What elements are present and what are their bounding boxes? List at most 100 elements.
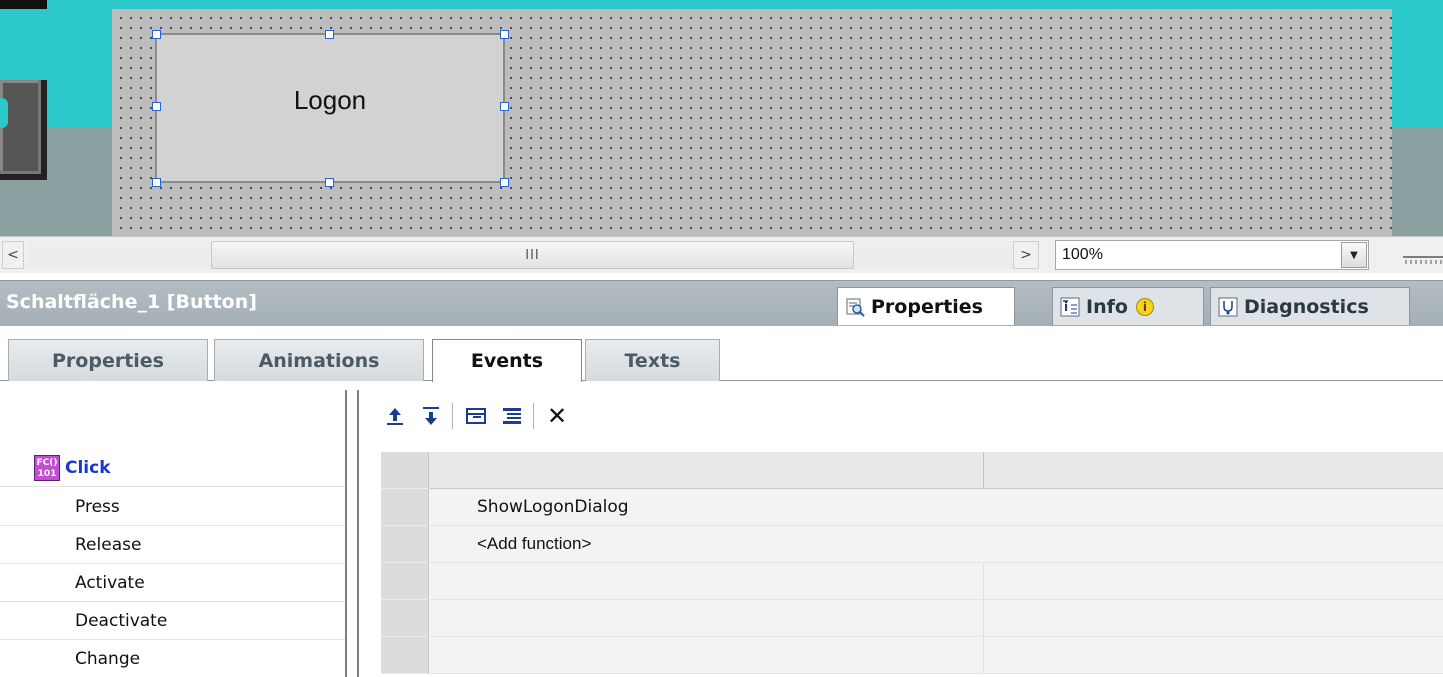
zoom-select[interactable]: 100% ▼ xyxy=(1055,240,1369,270)
row-header-cell[interactable] xyxy=(381,637,429,674)
tab-texts[interactable]: Texts xyxy=(585,339,720,381)
move-down-icon xyxy=(423,407,439,425)
tab-properties-main[interactable]: Properties xyxy=(837,287,1015,325)
function-param-cell[interactable] xyxy=(984,526,1443,563)
resize-handle[interactable] xyxy=(152,30,161,39)
scroll-right-button[interactable]: > xyxy=(1013,241,1039,269)
canvas-object[interactable] xyxy=(0,80,47,180)
move-down-button[interactable] xyxy=(416,401,446,431)
zoom-dropdown-button[interactable]: ▼ xyxy=(1341,242,1367,268)
function-name-cell[interactable] xyxy=(429,600,984,637)
function-name-cell[interactable]: ShowLogonDialog xyxy=(429,489,984,526)
chevron-left-icon: < xyxy=(7,247,19,263)
resize-handle[interactable] xyxy=(500,178,509,187)
tab-info-label: Info xyxy=(1086,295,1128,318)
table-row[interactable]: ShowLogonDialog xyxy=(381,489,1443,526)
event-item-press[interactable]: Press xyxy=(0,489,345,526)
function-name-cell[interactable] xyxy=(429,637,984,674)
row-header-cell xyxy=(381,452,429,489)
table-row[interactable]: <Add function> xyxy=(381,526,1443,563)
svg-text:i: i xyxy=(1064,300,1068,314)
tab-properties[interactable]: Properties xyxy=(8,339,208,381)
table-row[interactable] xyxy=(381,563,1443,600)
event-item-activate[interactable]: Activate xyxy=(0,565,345,602)
event-item-click[interactable]: FC() 101 Click xyxy=(0,450,345,487)
row-header-cell[interactable] xyxy=(381,600,429,637)
horizontal-scroll-thumb[interactable]: III xyxy=(211,241,854,269)
delete-button[interactable]: ✕ xyxy=(542,401,572,431)
properties-icon xyxy=(845,297,865,317)
info-icon: i xyxy=(1060,297,1080,317)
tab-diagnostics[interactable]: Diagnostics xyxy=(1210,287,1410,325)
tab-info[interactable]: i Info i xyxy=(1052,287,1204,325)
event-item-label: Click xyxy=(65,458,111,478)
background-panel xyxy=(1392,128,1443,236)
function-param-cell[interactable] xyxy=(984,637,1443,674)
event-list: FC() 101 Click Press Release Activate De… xyxy=(0,382,345,677)
tab-diagnostics-label: Diagnostics xyxy=(1244,295,1369,318)
resize-handle[interactable] xyxy=(500,102,509,111)
resize-handle[interactable] xyxy=(500,30,509,39)
tab-animations-label: Animations xyxy=(258,349,380,372)
inspector-sub-tabs: Properties Animations Events Texts xyxy=(0,326,1443,382)
tab-properties-label: Properties xyxy=(52,349,164,372)
expand-icon xyxy=(503,408,521,424)
scroll-left-button[interactable]: < xyxy=(2,241,24,269)
resize-handle[interactable] xyxy=(152,178,161,187)
inspector-header: Schaltfläche_1 [Button] Properties i Inf… xyxy=(0,280,1443,326)
delete-icon: ✕ xyxy=(546,402,568,430)
diagnostics-icon xyxy=(1218,297,1238,317)
tab-properties-main-label: Properties xyxy=(871,295,983,318)
add-function-cell[interactable]: <Add function> xyxy=(429,526,984,563)
chevron-right-icon: > xyxy=(1020,247,1032,263)
event-item-label: Deactivate xyxy=(75,611,168,631)
move-up-button[interactable] xyxy=(380,401,410,431)
move-up-icon xyxy=(387,408,403,425)
event-item-change[interactable]: Change xyxy=(0,641,345,677)
chevron-down-icon: ▼ xyxy=(1350,249,1358,261)
grid-header-cell[interactable] xyxy=(429,452,984,489)
grid-header-row xyxy=(381,452,1443,489)
table-row[interactable] xyxy=(381,600,1443,637)
expand-button[interactable] xyxy=(497,401,527,431)
toolbar-divider xyxy=(533,403,534,429)
info-badge-icon: i xyxy=(1135,297,1154,316)
tab-events[interactable]: Events xyxy=(432,339,582,382)
row-header-cell[interactable] xyxy=(381,563,429,600)
row-header-cell[interactable] xyxy=(381,526,429,563)
resize-handle[interactable] xyxy=(152,102,161,111)
collapse-button[interactable] xyxy=(461,401,491,431)
event-item-label: Activate xyxy=(75,573,145,593)
grid-header-cell[interactable] xyxy=(984,452,1443,489)
event-item-label: Change xyxy=(75,649,141,669)
logon-button-object[interactable]: Logon xyxy=(155,33,505,183)
canvas-scroll-row: < III > 100% ▼ xyxy=(0,236,1443,273)
resize-handle[interactable] xyxy=(325,178,334,187)
row-header-cell[interactable] xyxy=(381,489,429,526)
collapse-icon xyxy=(466,408,486,424)
table-row[interactable] xyxy=(381,637,1443,674)
screen-canvas[interactable]: Logon xyxy=(0,0,1443,236)
function-name-cell[interactable] xyxy=(429,563,984,600)
panel-splitter[interactable] xyxy=(345,390,359,677)
function-list-icon: FC() 101 xyxy=(34,455,60,481)
function-param-cell[interactable] xyxy=(984,489,1443,526)
toolbar-divider xyxy=(452,403,453,429)
screen-border xyxy=(0,0,47,9)
tab-animations[interactable]: Animations xyxy=(214,339,424,381)
tab-events-label: Events xyxy=(470,350,544,372)
event-item-label: Press xyxy=(75,497,120,517)
zoom-value: 100% xyxy=(1062,246,1103,263)
zoom-slider[interactable] xyxy=(1400,245,1443,267)
event-item-release[interactable]: Release xyxy=(0,527,345,564)
function-param-cell[interactable] xyxy=(984,600,1443,637)
function-list-toolbar: ✕ xyxy=(380,398,578,434)
resize-handle[interactable] xyxy=(325,30,334,39)
canvas-object-detail xyxy=(0,98,8,128)
tab-texts-label: Texts xyxy=(624,349,681,372)
logon-button-label: Logon xyxy=(293,84,367,115)
inspector-object-title: Schaltfläche_1 [Button] xyxy=(6,291,257,313)
function-param-cell[interactable] xyxy=(984,563,1443,600)
scroll-grip-icon: III xyxy=(525,247,540,263)
event-item-deactivate[interactable]: Deactivate xyxy=(0,603,345,640)
